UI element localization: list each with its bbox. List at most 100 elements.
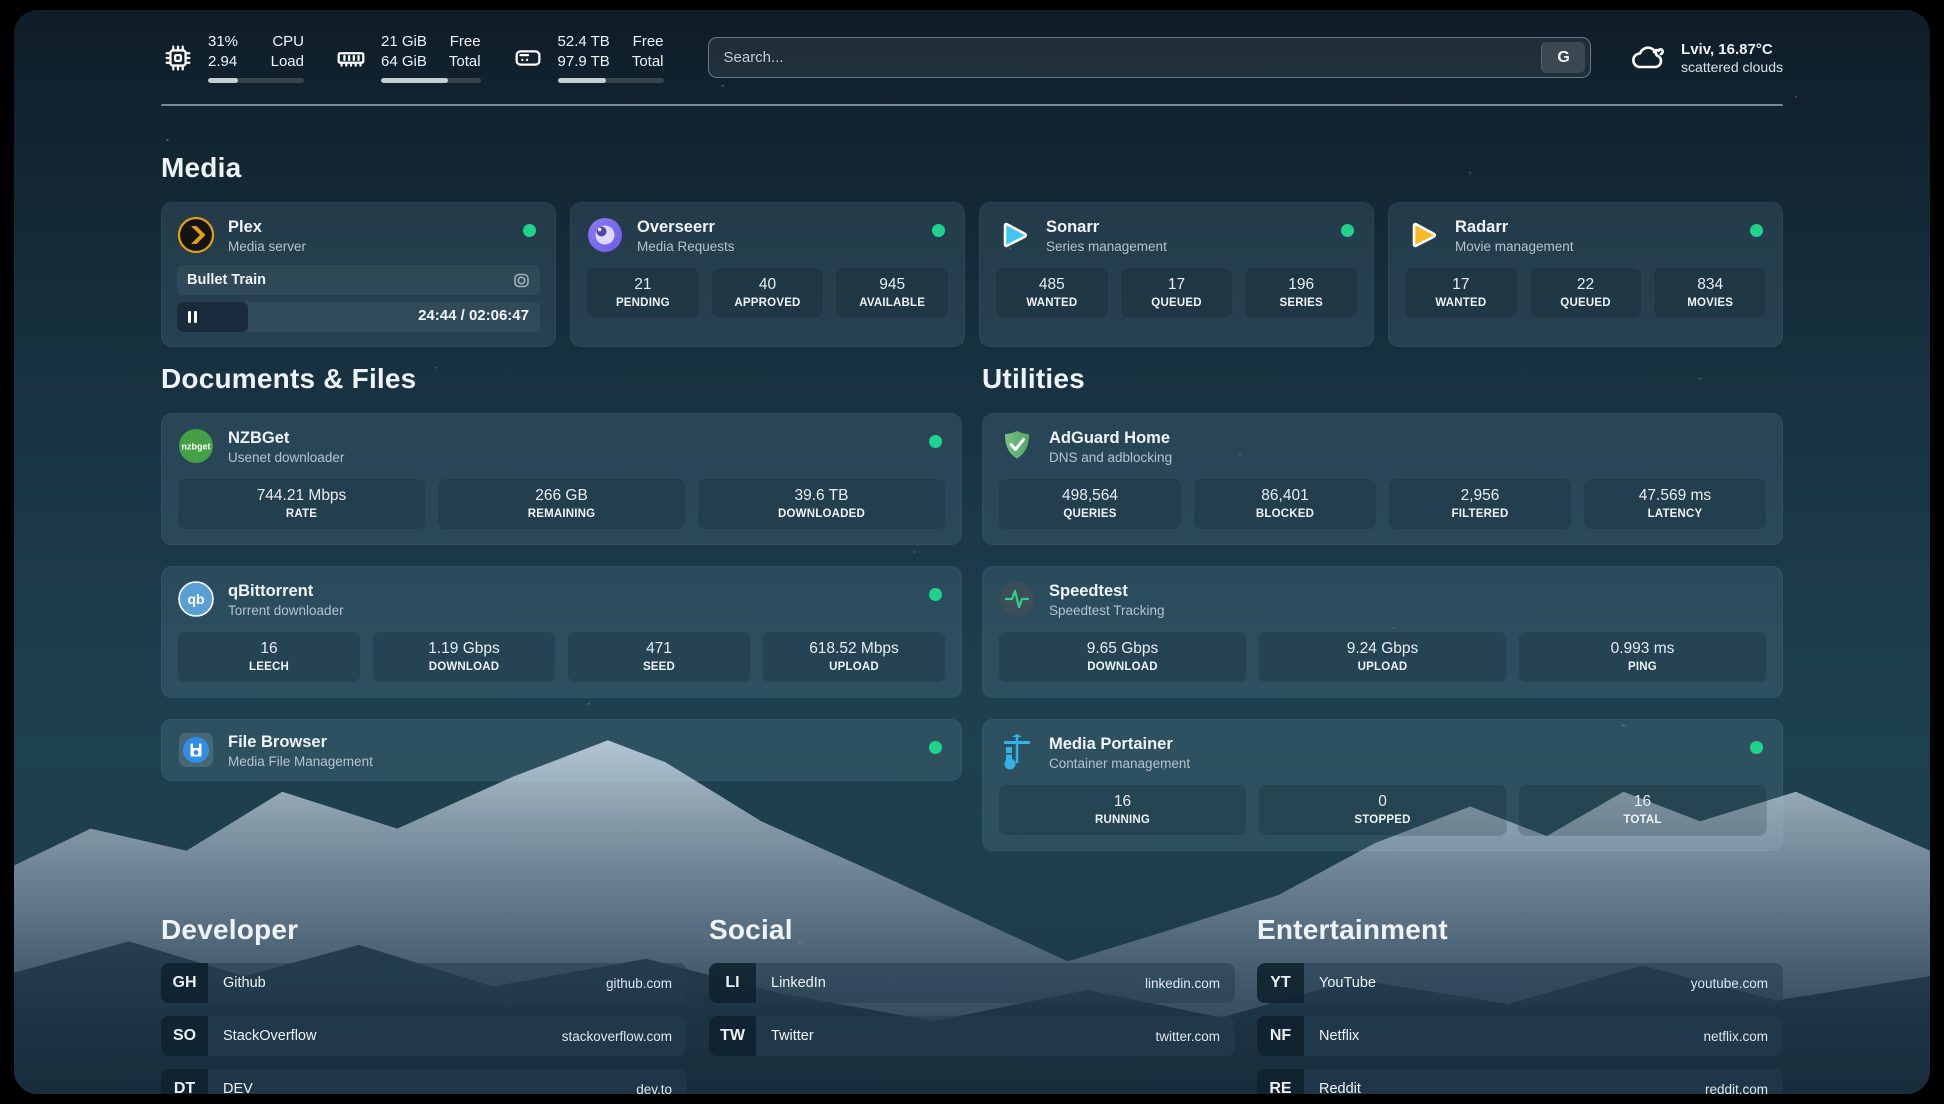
portainer-status-dot <box>1750 741 1763 754</box>
portainer-card[interactable]: Media Portainer Container management 16R… <box>982 719 1783 851</box>
memory-total-label: Total <box>449 52 481 72</box>
cloud-icon <box>1627 37 1669 79</box>
portainer-subtitle: Container management <box>1049 756 1190 771</box>
overseerr-status-dot <box>932 224 945 237</box>
sonarr-subtitle: Series management <box>1046 239 1167 254</box>
load-label: Load <box>265 52 304 72</box>
radarr-stat-queued: 22QUEUED <box>1529 267 1643 319</box>
nzbget-status-dot <box>929 435 942 448</box>
plex-card[interactable]: Plex Media server Bullet Train 24:44 / 0… <box>161 202 556 347</box>
filebrowser-card[interactable]: File Browser Media File Management <box>161 719 962 781</box>
weather-widget: Lviv, 16.87°C scattered clouds <box>1627 37 1783 79</box>
stackoverflow-abbr: SO <box>161 1016 208 1056</box>
sonarr-stat-queued: 17QUEUED <box>1120 267 1234 319</box>
nzbget-stat-rate: 744.21 MbpsRATE <box>177 478 426 530</box>
nzbget-stat-downloaded: 39.6 TBDOWNLOADED <box>697 478 946 530</box>
adguard-name: AdGuard Home <box>1049 428 1172 448</box>
sonarr-card[interactable]: Sonarr Series management 485WANTED 17QUE… <box>979 202 1374 347</box>
radarr-card[interactable]: Radarr Movie management 17WANTED 22QUEUE… <box>1388 202 1783 347</box>
nzbget-logo: nzbget <box>177 427 215 465</box>
nzbget-card[interactable]: nzbget NZBGet Usenet downloader 744.21 M… <box>161 413 962 545</box>
twitter-name: Twitter <box>756 1028 814 1044</box>
qbittorrent-status-dot <box>929 588 942 601</box>
adguard-stat-latency: 47.569 msLATENCY <box>1583 478 1767 530</box>
camera-icon <box>513 272 530 289</box>
radarr-name: Radarr <box>1455 217 1574 237</box>
disk-total-label: Total <box>632 52 664 72</box>
cpu-stat-widget: 31% CPU 2.94 Load <box>161 32 304 83</box>
dev-abbr: DT <box>161 1069 208 1094</box>
plex-subtitle: Media server <box>228 239 306 254</box>
documents-column: Documents & Files nzbget NZBGet Usenet d… <box>161 363 962 872</box>
bookmark-stackoverflow[interactable]: SO StackOverflow stackoverflow.com <box>161 1016 687 1056</box>
bookmark-twitter[interactable]: TW Twitter twitter.com <box>709 1016 1235 1056</box>
sonarr-status-dot <box>1341 224 1354 237</box>
github-abbr: GH <box>161 963 208 1003</box>
plex-status-dot <box>523 224 536 237</box>
netflix-name: Netflix <box>1304 1028 1359 1044</box>
qbittorrent-card[interactable]: qb qBittorrent Torrent downloader 16LEEC… <box>161 566 962 698</box>
filebrowser-status-dot <box>929 741 942 754</box>
disk-total-value: 97.9 TB <box>558 52 610 72</box>
reddit-abbr: RE <box>1257 1069 1304 1094</box>
radarr-logo <box>1404 216 1442 254</box>
youtube-url: youtube.com <box>1691 976 1783 991</box>
adguard-card[interactable]: AdGuard Home DNS and adblocking 498,564Q… <box>982 413 1783 545</box>
portainer-name: Media Portainer <box>1049 734 1190 754</box>
bookmark-youtube[interactable]: YT YouTube youtube.com <box>1257 963 1783 1003</box>
bookmark-linkedin[interactable]: LI LinkedIn linkedin.com <box>709 963 1235 1003</box>
linkedin-url: linkedin.com <box>1145 976 1235 991</box>
search-provider-button[interactable]: G <box>1541 42 1585 73</box>
netflix-url: netflix.com <box>1703 1029 1783 1044</box>
weather-condition: scattered clouds <box>1681 59 1783 75</box>
topbar-divider <box>161 104 1783 106</box>
bookmark-netflix[interactable]: NF Netflix netflix.com <box>1257 1016 1783 1056</box>
bookmark-github[interactable]: GH Github github.com <box>161 963 687 1003</box>
portainer-stat-running: 16RUNNING <box>998 784 1247 836</box>
nzbget-stat-remaining: 266 GBREMAINING <box>437 478 686 530</box>
bookmark-reddit[interactable]: RE Reddit reddit.com <box>1257 1069 1783 1094</box>
speedtest-card[interactable]: Speedtest Speedtest Tracking 9.65 GbpsDO… <box>982 566 1783 698</box>
dev-name: DEV <box>208 1081 253 1094</box>
section-heading-utilities: Utilities <box>982 363 1783 395</box>
search-input[interactable] <box>709 38 1591 77</box>
section-heading-developer: Developer <box>161 914 687 946</box>
nzbget-subtitle: Usenet downloader <box>228 450 344 465</box>
youtube-name: YouTube <box>1304 975 1376 991</box>
stackoverflow-name: StackOverflow <box>208 1028 316 1044</box>
section-heading-entertainment: Entertainment <box>1257 914 1783 946</box>
sonarr-name: Sonarr <box>1046 217 1167 237</box>
twitter-abbr: TW <box>709 1016 756 1056</box>
dashboard-window: 31% CPU 2.94 Load 21 GiB Free <box>14 10 1930 1094</box>
bookmark-group-entertainment: Entertainment YT YouTube youtube.com NF … <box>1257 914 1783 1094</box>
radarr-subtitle: Movie management <box>1455 239 1574 254</box>
overseerr-stat-pending: 21PENDING <box>586 267 700 319</box>
overseerr-card[interactable]: Overseerr Media Requests 21PENDING 40APP… <box>570 202 965 347</box>
stackoverflow-url: stackoverflow.com <box>562 1029 687 1044</box>
filebrowser-logo <box>177 731 215 769</box>
radarr-stat-movies: 834MOVIES <box>1653 267 1767 319</box>
plex-now-playing-row: Bullet Train <box>177 265 540 295</box>
adguard-logo <box>998 427 1036 465</box>
cpu-label: CPU <box>265 32 304 52</box>
svg-text:qb: qb <box>187 591 204 607</box>
portainer-stat-total: 16TOTAL <box>1518 784 1767 836</box>
qbittorrent-stat-upload: 618.52 MbpsUPLOAD <box>762 631 946 683</box>
plex-name: Plex <box>228 217 306 237</box>
sonarr-stat-wanted: 485WANTED <box>995 267 1109 319</box>
twitter-url: twitter.com <box>1155 1029 1235 1044</box>
memory-progress-bar <box>381 78 481 83</box>
disk-progress-bar <box>558 78 664 83</box>
utilities-column: Utilities AdGuard Home DNS and adblockin… <box>982 363 1783 872</box>
memory-total-value: 64 GiB <box>381 52 427 72</box>
portainer-logo <box>998 733 1036 771</box>
bookmark-group-social: Social LI LinkedIn linkedin.com TW Twitt… <box>709 914 1235 1094</box>
speedtest-name: Speedtest <box>1049 581 1165 601</box>
bookmark-dev[interactable]: DT DEV dev.to <box>161 1069 687 1094</box>
speedtest-stat-ping: 0.993 msPING <box>1518 631 1767 683</box>
adguard-stat-queries: 498,564QUERIES <box>998 478 1182 530</box>
filebrowser-name: File Browser <box>228 732 373 752</box>
memory-free-label: Free <box>449 32 481 52</box>
qbittorrent-stat-download: 1.19 GbpsDOWNLOAD <box>372 631 556 683</box>
nzbget-name: NZBGet <box>228 428 344 448</box>
